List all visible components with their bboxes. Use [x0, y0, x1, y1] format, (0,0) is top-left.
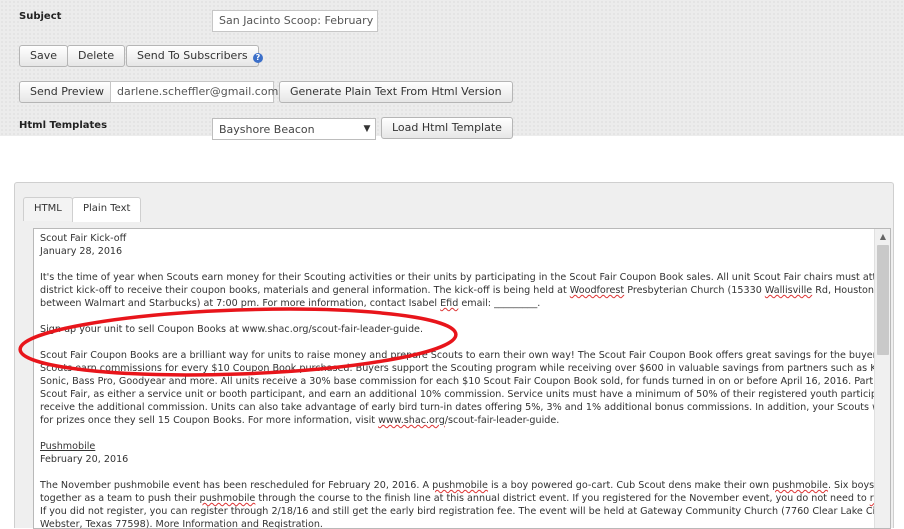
vertical-scrollbar[interactable]: ▲	[874, 229, 890, 528]
paragraph: The November pushmobile event has been r…	[40, 479, 891, 529]
text-line: February 20, 2016	[40, 454, 129, 465]
text-line: Scout Fair Kick-off	[40, 233, 127, 244]
tab-plain-text[interactable]: Plain Text	[72, 197, 142, 222]
subject-label: Subject	[19, 11, 62, 22]
text-line: for prizes once they sell 15 Coupon Book…	[40, 415, 560, 426]
text-line: Sonic, Bass Pro, Goodyear and more. All …	[40, 376, 891, 387]
text-line: The November pushmobile event has been r…	[40, 480, 890, 491]
load-html-template-button[interactable]: Load Html Template	[381, 117, 513, 139]
subject-input[interactable]: San Jacinto Scoop: February	[212, 10, 378, 32]
template-select[interactable]: Bayshore Beacon ▼	[212, 118, 376, 140]
text-line: between Walmart and Starbucks) at 7:00 p…	[40, 298, 541, 309]
text-line: If you did not register, you can registe…	[40, 506, 891, 517]
tab-html[interactable]: HTML	[23, 197, 73, 221]
text-line: Webster, Texas 77598). More Information …	[40, 519, 323, 529]
paragraph: Sign up your unit to sell Coupon Books a…	[40, 323, 876, 336]
send-to-subscribers-button[interactable]: Send To Subscribers	[126, 45, 259, 67]
text-line: receive the additional commission. Units…	[40, 402, 891, 413]
html-templates-label: Html Templates	[19, 120, 108, 131]
text-line: Scout Fair, as either a service unit or …	[40, 389, 891, 400]
paragraph: Scout Fair Coupon Books are a brilliant …	[40, 349, 891, 427]
text-line: district kick-off to receive their coupo…	[40, 285, 890, 296]
text-line: It's the time of year when Scouts earn m…	[40, 272, 891, 283]
plain-text-area[interactable]: Scout Fair Kick-off January 28, 2016 It'…	[33, 228, 891, 529]
text-line: Scout Fair Coupon Books are a brilliant …	[40, 350, 891, 361]
scroll-up-arrow-icon[interactable]: ▲	[875, 229, 890, 245]
paragraph: Pushmobile February 20, 2016	[40, 440, 876, 466]
plain-text-content: Scout Fair Kick-off January 28, 2016 It'…	[40, 232, 891, 529]
template-selected-value: Bayshore Beacon	[219, 123, 315, 136]
chevron-down-icon: ▼	[363, 124, 371, 134]
send-preview-button[interactable]: Send Preview	[19, 81, 116, 103]
message-editor: HTML Plain Text Scout Fair Kick-off Janu…	[14, 182, 894, 529]
text-line: January 28, 2016	[40, 246, 123, 257]
delete-button[interactable]: Delete	[67, 45, 126, 67]
save-button[interactable]: Save	[19, 45, 69, 67]
paragraph: Scout Fair Kick-off January 28, 2016	[40, 232, 876, 258]
text-line: Pushmobile	[40, 441, 96, 452]
paragraph: It's the time of year when Scouts earn m…	[40, 271, 891, 310]
preview-email-input[interactable]: darlene.scheffler@gmail.com	[110, 81, 278, 103]
text-line: Scouts earn commissions for every $10 Co…	[40, 363, 891, 374]
compose-form-panel: Subject San Jacinto Scoop: February Save…	[0, 0, 904, 140]
help-icon[interactable]: ?	[253, 53, 263, 63]
text-line: Sign up your unit to sell Coupon Books a…	[40, 324, 423, 335]
text-line: together as a team to push their pushmob…	[40, 493, 890, 504]
scroll-thumb[interactable]	[877, 245, 889, 355]
generate-plain-text-button[interactable]: Generate Plain Text From Html Version	[279, 81, 513, 103]
